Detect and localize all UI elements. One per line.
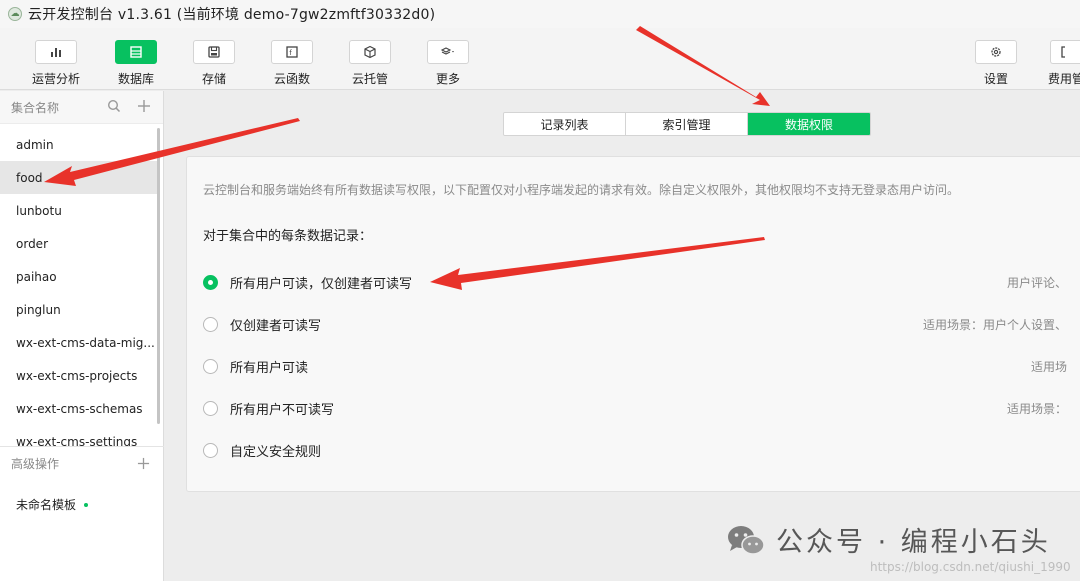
toolbar-more[interactable]: 更多 (416, 40, 480, 87)
advanced-header-label: 高级操作 (11, 457, 60, 471)
main-toolbar: 运营分析 数据库 存储 f 云函数 云托管 更多 设置 费用管 (0, 28, 1080, 90)
permission-option-label: 自定义安全规则 (230, 444, 322, 460)
toolbar-analytics[interactable]: 运营分析 (24, 40, 88, 87)
watermark-url: https://blog.csdn.net/qiushi_1990 (870, 560, 1071, 574)
radio-unchecked-icon[interactable] (203, 442, 218, 458)
database-tabs: 记录列表 索引管理 数据权限 (503, 112, 871, 136)
permission-option[interactable]: 所有用户不可读写 适用场景： (203, 398, 1080, 418)
sidebar-item-lunbotu[interactable]: lunbotu (0, 194, 160, 227)
permissions-notice: 云控制台和服务端始终有所有数据读写权限，以下配置仅对小程序端发起的请求有效。除自… (203, 183, 960, 197)
bar-chart-icon (35, 40, 77, 64)
radio-checked-icon[interactable] (203, 274, 218, 290)
toolbar-functions[interactable]: f 云函数 (260, 40, 324, 87)
advanced-header: 高级操作 (0, 446, 164, 480)
permission-option-label: 仅创建者可读写 (230, 318, 322, 334)
window-title: 云开发控制台 v1.3.61 (当前环境 demo-7gw2zmftf30332… (28, 7, 436, 23)
toolbar-settings[interactable]: 设置 (964, 40, 1028, 87)
app-logo-icon: ☁ (8, 7, 22, 21)
toolbar-billing[interactable]: 费用管 (1042, 40, 1080, 87)
template-label: 未命名模板 (16, 498, 77, 512)
billing-icon (1050, 40, 1080, 64)
add-collection-icon[interactable] (137, 99, 151, 116)
tab-records[interactable]: 记录列表 (504, 113, 626, 135)
toolbar-label: 数据库 (117, 72, 154, 86)
radio-unchecked-icon[interactable] (203, 316, 218, 332)
tab-permissions[interactable]: 数据权限 (748, 113, 870, 135)
database-icon (115, 40, 157, 64)
radio-unchecked-icon[interactable] (203, 400, 218, 416)
watermark: 公众号 · 编程小石头 (726, 520, 1051, 559)
sidebar-item-admin[interactable]: admin (0, 128, 160, 161)
permission-option-label: 所有用户可读，仅创建者可读写 (230, 276, 413, 292)
toolbar-label: 运营分析 (31, 72, 80, 86)
status-dot-icon (84, 502, 89, 507)
collection-header-label: 集合名称 (11, 100, 60, 115)
permission-option[interactable]: 自定义安全规则 (203, 440, 1080, 460)
function-icon: f (271, 40, 313, 64)
permissions-subhead: 对于集合中的每条数据记录： (203, 229, 373, 244)
storage-icon (193, 40, 235, 64)
toolbar-label: 费用管 (1047, 72, 1080, 86)
toolbar-label: 存储 (201, 72, 226, 86)
wechat-logo-icon (728, 525, 765, 555)
collection-sidebar: 集合名称 admin food lunbotu order paihao pinglun w… (0, 91, 164, 581)
sidebar-item-wx-ext-cms-settings[interactable]: wx-ext-cms-settings (0, 425, 160, 447)
collection-header: 集合名称 (0, 91, 163, 124)
permission-option[interactable]: 仅创建者可读写 适用场景：用户个人设置、 (203, 314, 1080, 334)
permission-option-label: 所有用户可读 (230, 360, 309, 376)
permission-option-label: 所有用户不可读写 (230, 402, 335, 418)
radio-unchecked-icon[interactable] (203, 358, 218, 374)
permission-option-hint: 适用场 (1030, 359, 1067, 374)
sidebar-scrollbar[interactable] (157, 128, 160, 424)
sidebar-item-wx-ext-cms-data-mig[interactable]: wx-ext-cms-data-mig... (0, 326, 160, 359)
sidebar-item-wx-ext-cms-schemas[interactable]: wx-ext-cms-schemas (0, 392, 160, 425)
gear-icon (975, 40, 1017, 64)
toolbar-label: 云函数 (273, 72, 310, 86)
toolbar-label: 云托管 (351, 72, 388, 86)
permission-option-hint: 适用场景：用户个人设置、 (922, 317, 1067, 332)
permission-option-hint: 用户评论、 (1006, 275, 1067, 290)
sidebar-item-order[interactable]: order (0, 227, 160, 260)
sidebar-item-food[interactable]: food (0, 161, 160, 194)
watermark-text: 公众号 · 编程小石头 (776, 527, 1051, 558)
layers-icon (427, 40, 469, 64)
cube-icon (349, 40, 391, 64)
sidebar-item-pinglun[interactable]: pinglun (0, 293, 160, 326)
sidebar-item-wx-ext-cms-projects[interactable]: wx-ext-cms-projects (0, 359, 160, 392)
permissions-panel: 云控制台和服务端始终有所有数据读写权限，以下配置仅对小程序端发起的请求有效。除自… (186, 156, 1080, 492)
permission-option[interactable]: 所有用户可读，仅创建者可读写 用户评论、 (203, 272, 1080, 292)
permission-option-hint: 适用场景： (1006, 401, 1067, 416)
toolbar-storage[interactable]: 存储 (182, 40, 246, 87)
permission-option[interactable]: 所有用户可读 适用场 (203, 356, 1080, 376)
svg-text:f: f (289, 49, 292, 57)
toolbar-label: 更多 (435, 72, 460, 86)
title-bar: ☁ 云开发控制台 v1.3.61 (当前环境 demo-7gw2zmftf303… (0, 0, 1080, 28)
collection-list: admin food lunbotu order paihao pinglun wx-ext… (0, 128, 160, 446)
tab-indexes[interactable]: 索引管理 (626, 113, 748, 135)
template-item[interactable]: 未命名模板 (16, 496, 89, 513)
toolbar-cloud-hosting[interactable]: 云托管 (338, 40, 402, 87)
search-icon[interactable] (107, 99, 121, 116)
toolbar-database[interactable]: 数据库 (104, 40, 168, 87)
toolbar-label: 设置 (983, 72, 1008, 86)
add-advanced-icon[interactable] (137, 455, 150, 475)
sidebar-item-paihao[interactable]: paihao (0, 260, 160, 293)
